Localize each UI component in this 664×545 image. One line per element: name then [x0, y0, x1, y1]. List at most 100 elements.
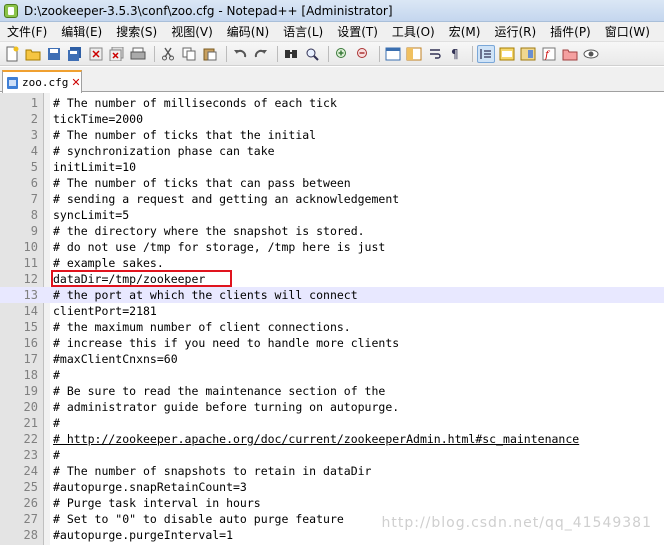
editor-line[interactable]: 18 #	[0, 367, 664, 383]
indent-guide-icon[interactable]	[477, 44, 495, 63]
line-number: 21	[23, 416, 38, 430]
editor-line[interactable]: 13 # the port at which the clients will c…	[0, 287, 664, 303]
editor-line[interactable]: 22 # http://zookeeper.apache.org/doc/curr…	[0, 431, 664, 447]
editor[interactable]: 1 # The number of milliseconds of each ti…	[0, 93, 664, 545]
folder-workspace-icon[interactable]	[561, 45, 579, 63]
editor-line[interactable]: 8 syncLimit=5	[0, 207, 664, 223]
line-text: # Be sure to read the maintenance sectio…	[53, 384, 386, 398]
line-number: 13	[23, 288, 38, 302]
show-all-chars-icon[interactable]: ¶	[447, 45, 465, 63]
editor-line[interactable]: 12 dataDir=/tmp/zookeeper	[0, 270, 664, 287]
line-text: # do not use /tmp for storage, /tmp here…	[53, 240, 386, 254]
monitor-icon[interactable]	[582, 45, 600, 63]
line-number: 6	[30, 176, 38, 190]
function-list-icon[interactable]: f	[540, 45, 558, 63]
editor-line[interactable]: 7 # sending a request and getting an ackn…	[0, 191, 664, 207]
menu-plugins[interactable]: 插件(P)	[543, 23, 598, 40]
svg-text:¶: ¶	[451, 47, 459, 61]
menu-settings[interactable]: 设置(T)	[330, 23, 385, 40]
editor-line[interactable]: 1 # The number of milliseconds of each ti…	[0, 95, 664, 111]
title-bar: D:\zookeeper-3.5.3\conf\zoo.cfg - Notepa…	[0, 0, 664, 22]
line-text: syncLimit=5	[53, 208, 130, 222]
line-number: 20	[23, 400, 38, 414]
menu-language[interactable]: 语言(L)	[276, 23, 330, 40]
line-text: #	[53, 368, 60, 382]
editor-line[interactable]: 21 #	[0, 415, 664, 431]
line-number: 22	[23, 432, 38, 446]
editor-line[interactable]: 19 # Be sure to read the maintenance sect…	[0, 383, 664, 399]
line-text: clientPort=2181	[53, 304, 157, 318]
menu-edit[interactable]: 编辑(E)	[54, 23, 109, 40]
close-all-icon[interactable]	[108, 45, 126, 63]
editor-line[interactable]: 14 clientPort=2181	[0, 303, 664, 319]
line-text: tickTime=2000	[53, 112, 144, 126]
paste-icon[interactable]	[201, 45, 219, 63]
editor-line[interactable]: 9 # the directory where the snapshot is s…	[0, 223, 664, 239]
line-number: 27	[23, 512, 38, 526]
toolbar-separator	[328, 45, 329, 62]
undo-icon[interactable]	[231, 45, 249, 63]
editor-line[interactable]: 2 tickTime=2000	[0, 111, 664, 127]
word-wrap-icon[interactable]	[426, 45, 444, 63]
editor-line[interactable]: 3 # The number of ticks that the initial	[0, 127, 664, 143]
tab-zoo-cfg[interactable]: zoo.cfg ✕	[2, 70, 82, 93]
editor-line[interactable]: 24 # The number of snapshots to retain in…	[0, 463, 664, 479]
line-number: 1	[30, 96, 38, 110]
menu-help[interactable]: ?	[657, 25, 664, 39]
menu-view[interactable]: 视图(V)	[164, 23, 220, 40]
menu-search[interactable]: 搜索(S)	[109, 23, 164, 40]
line-number: 19	[23, 384, 38, 398]
editor-line[interactable]: 20 # administrator guide before turning o…	[0, 399, 664, 415]
cut-icon[interactable]	[159, 45, 177, 63]
editor-line[interactable]: 25 #autopurge.snapRetainCount=3	[0, 479, 664, 495]
line-number: 17	[23, 352, 38, 366]
line-text: #	[53, 416, 60, 430]
toolbar: ¶ f	[0, 42, 664, 66]
print-icon[interactable]	[129, 45, 147, 63]
udl-icon[interactable]	[498, 45, 516, 63]
editor-line[interactable]: 5 initLimit=10	[0, 159, 664, 175]
line-number: 7	[30, 192, 38, 206]
notepadpp-app-icon	[4, 3, 18, 18]
editor-line[interactable]: 26 # Purge task interval in hours	[0, 495, 664, 511]
editor-line[interactable]: 10 # do not use /tmp for storage, /tmp he…	[0, 239, 664, 255]
tab-close-icon[interactable]: ✕	[71, 76, 80, 89]
doc-map-icon[interactable]	[519, 45, 537, 63]
line-text: # http://zookeeper.apache.org/doc/curren…	[53, 432, 580, 446]
editor-line[interactable]: 16 # increase this if you need to handle …	[0, 335, 664, 351]
menu-encoding[interactable]: 编码(N)	[220, 23, 276, 40]
editor-line[interactable]: 23 #	[0, 447, 664, 463]
editor-line[interactable]: 11 # example sakes.	[0, 255, 664, 271]
editor-line[interactable]: 4 # synchronization phase can take	[0, 143, 664, 159]
line-number: 18	[23, 368, 38, 382]
line-number: 5	[30, 160, 38, 174]
zoom-in-icon[interactable]	[333, 45, 351, 63]
sync-vertical-icon[interactable]	[384, 45, 402, 63]
open-file-icon[interactable]	[24, 45, 42, 63]
tab-bar: zoo.cfg ✕	[0, 67, 664, 93]
redo-icon[interactable]	[252, 45, 270, 63]
editor-line[interactable]: 15 # the maximum number of client connect…	[0, 319, 664, 335]
sync-horizontal-icon[interactable]	[405, 45, 423, 63]
menu-run[interactable]: 运行(R)	[487, 23, 543, 40]
editor-line[interactable]: 6 # The number of ticks that can pass bet…	[0, 175, 664, 191]
replace-icon[interactable]	[303, 45, 321, 63]
line-text: initLimit=10	[53, 160, 137, 174]
menu-window[interactable]: 窗口(W)	[598, 23, 657, 40]
editor-line[interactable]: 17 #maxClientCnxns=60	[0, 351, 664, 367]
line-number: 26	[23, 496, 38, 510]
menu-tools[interactable]: 工具(O)	[385, 23, 442, 40]
menu-file[interactable]: 文件(F)	[0, 23, 54, 40]
toolbar-separator	[379, 45, 380, 62]
menu-macro[interactable]: 宏(M)	[442, 23, 488, 40]
close-icon[interactable]	[87, 45, 105, 63]
find-icon[interactable]	[282, 45, 300, 63]
save-all-icon[interactable]	[66, 45, 84, 63]
zoom-out-icon[interactable]	[354, 45, 372, 63]
save-icon[interactable]	[45, 45, 63, 63]
copy-icon[interactable]	[180, 45, 198, 63]
line-text: # administrator guide before turning on …	[53, 400, 400, 414]
line-text: #	[53, 448, 60, 462]
new-file-icon[interactable]	[3, 45, 21, 63]
window-title: D:\zookeeper-3.5.3\conf\zoo.cfg - Notepa…	[24, 3, 393, 18]
